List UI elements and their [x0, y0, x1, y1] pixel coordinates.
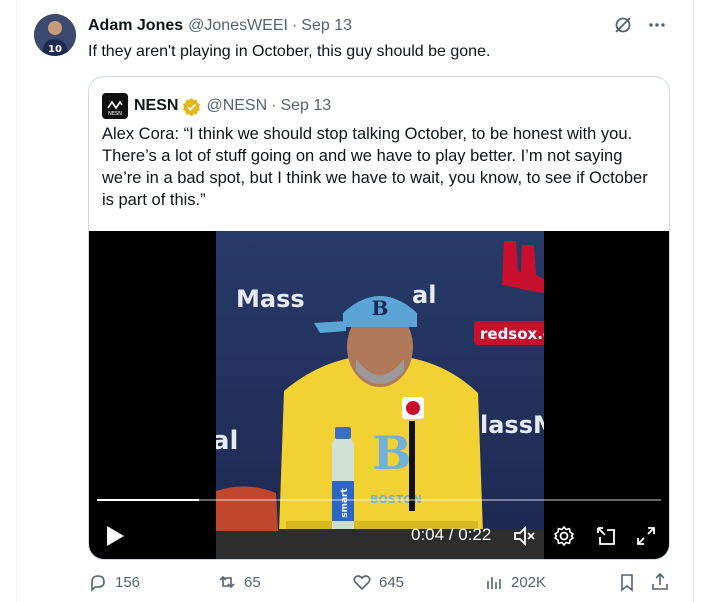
like-count: 645: [379, 573, 405, 591]
repost-button[interactable]: 65: [217, 572, 261, 592]
author-avatar[interactable]: 10: [34, 14, 76, 56]
quoted-author-handle: @NESN: [206, 97, 268, 114]
video-progress-bar[interactable]: [97, 499, 661, 501]
author-handle[interactable]: @JonesWEEI: [188, 17, 288, 35]
like-button[interactable]: 645: [352, 572, 404, 592]
heart-icon: [353, 575, 371, 591]
repost-icon: [219, 575, 235, 589]
reply-icon: [91, 575, 105, 592]
bottle-label: smart: [340, 488, 350, 518]
reply-count: 156: [115, 573, 141, 591]
grok-icon[interactable]: [613, 15, 633, 35]
settings-gear-icon[interactable]: [553, 525, 575, 547]
views-chart-icon: [487, 577, 501, 589]
play-icon[interactable]: [105, 525, 125, 547]
quoted-separator-dot: ·: [271, 97, 277, 114]
tweet-timestamp[interactable]: Sep 13: [301, 17, 352, 35]
share-icon: [652, 572, 668, 590]
cap-logo: B: [372, 296, 389, 320]
quoted-header: NESN NESN @NESN · Sep 13: [102, 93, 331, 119]
redsox-url-banner: redsox.c: [480, 325, 544, 343]
quoted-tweet[interactable]: NESN NESN @NESN · Sep 13 Alex Cora: “I t…: [88, 76, 670, 560]
share-button[interactable]: [650, 572, 677, 592]
tweet-text: If they aren't playing in October, this …: [88, 43, 491, 60]
separator-dot: ·: [291, 17, 298, 34]
nesn-logo-text: NESN: [108, 111, 122, 117]
banner-text-low-right: lassM: [480, 411, 544, 439]
banner-text-low: al: [216, 426, 238, 456]
shirt-letter: B: [373, 426, 412, 480]
views-count: 202K: [511, 573, 547, 591]
banner-text-left: Mass: [236, 285, 305, 313]
reply-button[interactable]: 156: [88, 572, 140, 592]
picture-in-picture-icon[interactable]: [595, 525, 617, 547]
quoted-author-name: NESN: [134, 97, 179, 114]
views-button[interactable]: 202K: [484, 572, 546, 592]
video-timecode: 0:04 / 0:22: [411, 525, 492, 544]
mute-icon[interactable]: [513, 525, 537, 547]
repost-count: 65: [244, 573, 261, 591]
quoted-timestamp: Sep 13: [280, 97, 332, 114]
avatar-jersey-number: 10: [48, 44, 62, 55]
video-player[interactable]: Mass al al lassM redsox.c B B: [89, 231, 669, 559]
video-progress-fill: [97, 499, 199, 501]
author-name[interactable]: Adam Jones: [88, 17, 183, 35]
quoted-text: Alex Cora: “I think we should stop talki…: [102, 125, 648, 209]
fullscreen-icon[interactable]: [635, 525, 657, 547]
more-options-icon[interactable]: [647, 15, 667, 35]
tweet-top-actions: [613, 15, 667, 35]
video-frame: Mass al al lassM redsox.c B B: [216, 231, 544, 559]
bookmark-icon: [621, 574, 633, 592]
tweet-header: Adam Jones @JonesWEEI · Sep 13: [88, 16, 352, 36]
banner-text-right: al: [412, 281, 436, 309]
verified-badge-icon: [182, 97, 201, 116]
tweet-actions-bar: 156 65 645 202K: [88, 572, 678, 596]
bookmark-button[interactable]: [617, 572, 644, 592]
quoted-avatar: NESN: [102, 93, 128, 119]
video-controls: 0:04 / 0:22: [89, 517, 669, 557]
